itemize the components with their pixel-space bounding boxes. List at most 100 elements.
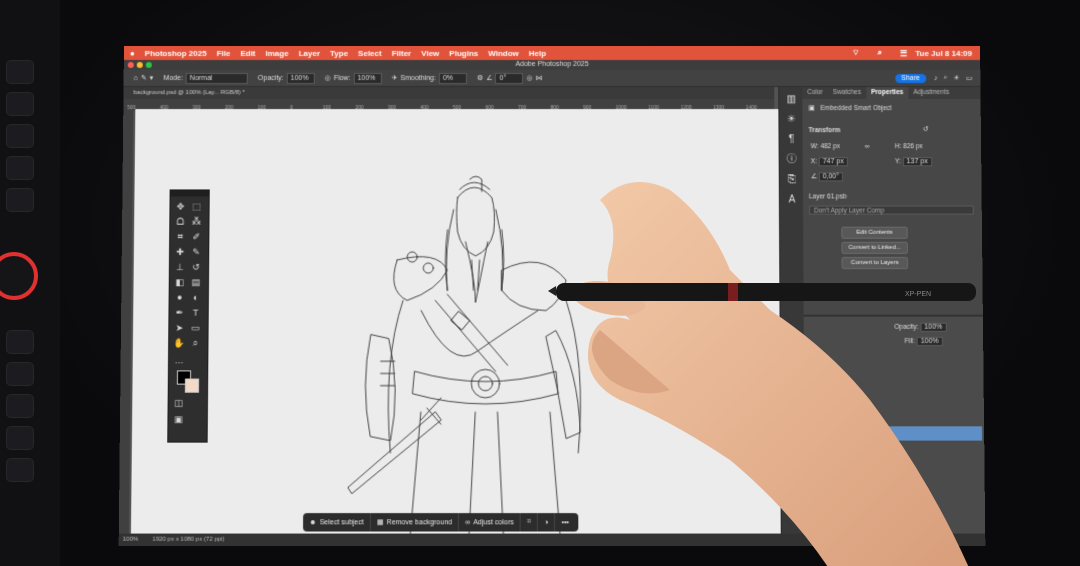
express-key[interactable] (6, 156, 34, 180)
glyphs-icon[interactable]: ⎘ (785, 173, 799, 187)
blur-tool-icon[interactable]: ● (174, 291, 186, 303)
libraries-icon[interactable]: ▥ (784, 93, 798, 107)
angle-field[interactable]: 0° (495, 72, 524, 84)
move-tool-icon[interactable]: ✥ (174, 200, 186, 212)
crop-tool-icon[interactable]: ⌗ (174, 231, 186, 243)
remove-background-button[interactable]: ▦ Remove background (370, 513, 460, 532)
screen-mode-icon[interactable]: ▣ (172, 413, 184, 425)
maximize-icon[interactable] (145, 61, 152, 68)
brush-tool-icon[interactable]: ✎ (141, 74, 147, 82)
smoothing-field[interactable]: 0% (438, 72, 467, 84)
light-icon[interactable]: ☀ (953, 74, 959, 82)
express-key[interactable] (6, 426, 34, 450)
tab-properties[interactable]: Properties (866, 87, 909, 100)
brush-preset-picker[interactable]: ▾ (150, 74, 154, 82)
menu-layer[interactable]: Layer (299, 48, 320, 57)
menu-window[interactable]: Window (488, 48, 519, 57)
control-center-icon[interactable]: ☰ (900, 48, 907, 57)
menu-filter[interactable]: Filter (392, 48, 412, 57)
convert-to-layers-button[interactable]: Convert to Layers (841, 256, 908, 270)
more-options-button[interactable]: ••• (555, 513, 575, 531)
minimize-icon[interactable] (136, 61, 143, 68)
menu-file[interactable]: File (217, 48, 231, 57)
search-icon[interactable]: ⌕ (943, 74, 947, 82)
layer-opacity-field[interactable]: 100% (920, 322, 947, 332)
share-button[interactable]: Share (895, 73, 927, 83)
pressure-size-icon[interactable]: ◎ (526, 74, 532, 82)
gradient-tool-icon[interactable]: ▤ (190, 276, 202, 288)
close-icon[interactable] (127, 61, 134, 68)
menu-clock[interactable]: Tue Jul 8 14:09 (915, 48, 972, 57)
edit-contents-button[interactable]: Edit Contents (841, 226, 908, 239)
adjust-colors-button[interactable]: ∞ Adjust colors (459, 513, 521, 532)
clone-stamp-icon[interactable]: ⊥ (174, 261, 186, 273)
pressure-opacity-icon[interactable]: ◎ (325, 74, 331, 82)
express-key[interactable] (6, 60, 34, 84)
pen-tool-icon[interactable]: ✒ (173, 307, 185, 319)
airbrush-icon[interactable]: ✈ (391, 74, 397, 82)
quick-mask-icon[interactable]: ◫ (173, 397, 185, 409)
eraser-icon[interactable]: ◧ (174, 276, 186, 288)
convert-to-linked-button[interactable]: Convert to Linked... (841, 241, 908, 254)
tab-adjustments[interactable]: Adjustments (908, 87, 954, 99)
crop-button[interactable]: ⌗ (520, 513, 539, 532)
more-tools-icon[interactable]: … (173, 354, 185, 366)
y-field[interactable]: 137 px (902, 157, 932, 167)
menu-type[interactable]: Type (330, 48, 348, 57)
lasso-tool-icon[interactable]: ᗝ (174, 216, 186, 228)
history-brush-icon[interactable]: ↺ (190, 261, 202, 273)
express-key[interactable] (6, 330, 34, 354)
workspace-icon[interactable]: ▭ (966, 74, 973, 82)
menu-help[interactable]: Help (529, 48, 546, 57)
link-icon[interactable]: ∞ (865, 143, 870, 150)
flow-field[interactable]: 100% (353, 72, 382, 84)
express-key[interactable] (6, 458, 34, 482)
brush-tool-icon[interactable]: ✎ (190, 246, 202, 258)
home-icon[interactable]: ⌂ (134, 75, 138, 82)
menu-app-name[interactable]: Photoshop 2025 (145, 48, 207, 57)
red-dial[interactable] (0, 252, 38, 300)
dodge-tool-icon[interactable]: ◐ (190, 291, 202, 303)
tools-panel-header[interactable] (170, 190, 209, 197)
hand-tool-icon[interactable]: ✋ (173, 337, 185, 349)
angle-field[interactable]: 0,00° (818, 172, 844, 182)
tab-swatches[interactable]: Swatches (828, 87, 866, 99)
magic-wand-icon[interactable]: ⁂ (190, 216, 202, 228)
gear-icon[interactable]: ⚙ (477, 74, 483, 82)
bell-icon[interactable]: ♪ (934, 75, 938, 82)
layer-comp-select[interactable]: Don't Apply Layer Comp (809, 205, 974, 215)
layer-fill-field[interactable]: 100% (916, 336, 943, 347)
document-tab-label[interactable]: background.psd @ 100% (Lay... RGB/8) * (133, 90, 244, 96)
eyedropper-icon[interactable]: ✐ (190, 231, 202, 243)
marquee-tool-icon[interactable]: ⬚ (191, 200, 203, 212)
menu-select[interactable]: Select (358, 48, 382, 57)
reset-icon[interactable]: ↺ (923, 125, 929, 133)
select-subject-button[interactable]: ☻ Select subject (303, 513, 371, 532)
type-tool-icon[interactable]: T (190, 307, 202, 319)
symmetry-icon[interactable]: ⋈ (536, 74, 543, 82)
zoom-level[interactable]: 100% (123, 537, 139, 543)
express-key[interactable] (6, 124, 34, 148)
selected-layer-row[interactable] (804, 426, 983, 441)
menu-edit[interactable]: Edit (240, 48, 255, 57)
h-field[interactable]: 826 px (903, 143, 923, 150)
healing-brush-icon[interactable]: ✚ (174, 246, 186, 258)
menu-plugins[interactable]: Plugins (449, 48, 478, 57)
document-canvas[interactable] (130, 109, 781, 535)
express-key[interactable] (6, 394, 34, 418)
w-field[interactable]: 482 px (820, 143, 840, 150)
info-icon[interactable]: ⓘ (785, 153, 799, 167)
opacity-field[interactable]: 100% (286, 72, 315, 84)
express-key[interactable] (6, 362, 34, 386)
x-field[interactable]: 747 px (818, 157, 848, 167)
adjustments-icon[interactable]: ☀ (784, 113, 798, 127)
background-color-swatch[interactable] (184, 378, 200, 393)
apple-icon[interactable]: ● (130, 48, 135, 57)
menu-view[interactable]: View (421, 48, 439, 57)
document-info[interactable]: 1920 px x 1080 px (72 ppi) (152, 537, 224, 543)
express-key[interactable] (6, 92, 34, 116)
contrast-button[interactable]: ◑ (538, 513, 556, 532)
express-key[interactable] (6, 188, 34, 212)
menu-image[interactable]: Image (265, 48, 288, 57)
tab-color[interactable]: Color (802, 87, 828, 99)
